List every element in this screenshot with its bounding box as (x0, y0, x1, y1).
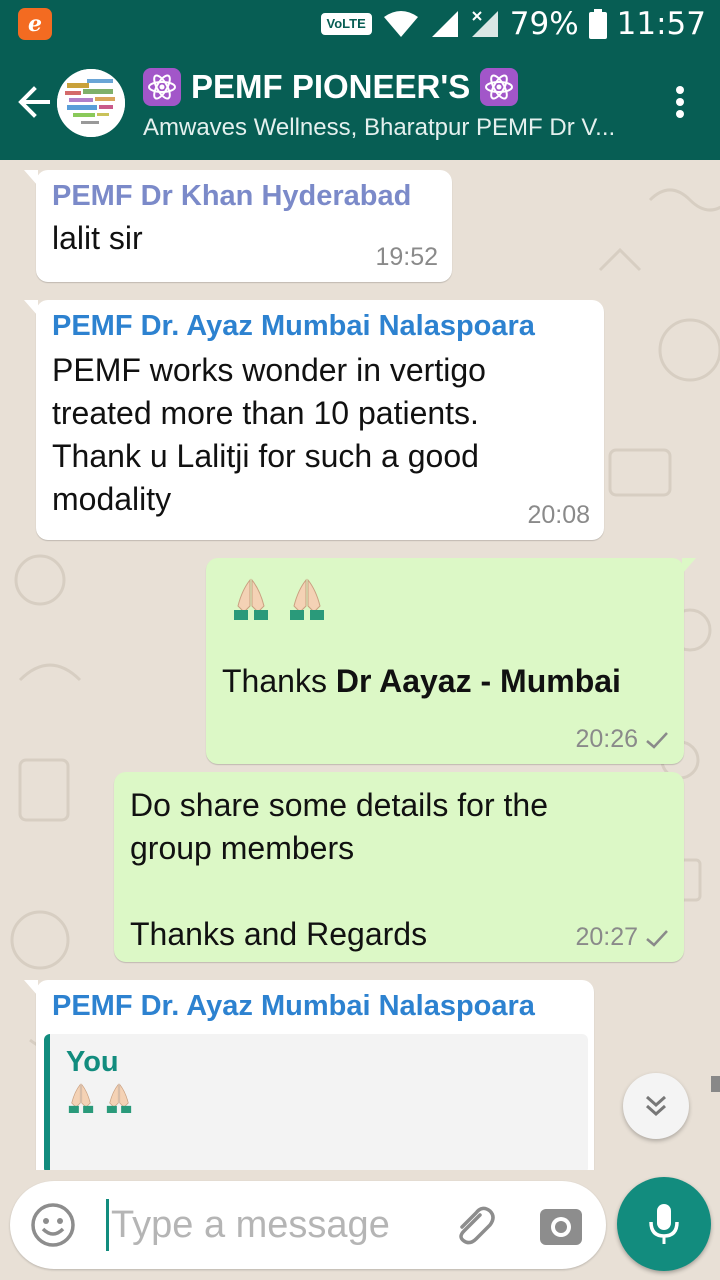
message-sender[interactable]: PEMF Dr. Ayaz Mumbai Nalaspoara (52, 310, 588, 343)
quoted-message[interactable]: You (44, 1034, 588, 1170)
message-line: PEMF works wonder in vertigo (52, 352, 486, 388)
group-avatar[interactable] (57, 69, 125, 137)
message-line: modality (52, 481, 172, 517)
double-chevron-down-icon (646, 1095, 666, 1117)
atom-icon (143, 68, 181, 106)
emoji-icon[interactable] (30, 1202, 76, 1248)
single-check-icon (646, 929, 668, 947)
message-sender[interactable]: PEMF Dr Khan Hyderabad (52, 180, 436, 213)
atom-icon (480, 68, 519, 106)
group-avatar-wordcloud (57, 69, 125, 137)
message-sender[interactable]: PEMF Dr. Ayaz Mumbai Nalaspoara (52, 990, 578, 1023)
message-text: Thanks Dr Aayaz - Mumbai (222, 660, 668, 703)
camera-icon[interactable] (538, 1203, 584, 1247)
more-vert-icon[interactable] (676, 86, 686, 122)
message-time-text: 20:26 (575, 725, 638, 753)
paperclip-icon[interactable] (450, 1201, 498, 1249)
back-arrow-icon[interactable] (14, 82, 54, 122)
microphone-icon (649, 1204, 679, 1244)
message-bubble-incoming[interactable]: PEMF Dr. Ayaz Mumbai Nalaspoara PEMF wor… (24, 300, 604, 540)
message-line: Thank u Lalitji for such a good (52, 438, 479, 474)
message-bubble-outgoing[interactable]: Do share some details for the group memb… (114, 772, 684, 962)
signal-icon (431, 11, 458, 37)
volte-badge: VoLTE (320, 13, 372, 35)
clock: 11:57 (616, 6, 706, 42)
message-time: 20:08 (527, 501, 590, 529)
group-participants[interactable]: Amwaves Wellness, Bharatpur PEMF Dr V... (143, 114, 615, 142)
status-icons: VoLTE 79% 11:57 (320, 0, 706, 48)
message-text-bold: Dr Aayaz - Mumbai (335, 663, 621, 699)
message-bubble-outgoing[interactable]: Thanks Dr Aayaz - Mumbai 20:26 (206, 558, 696, 764)
message-line: treated more than 10 patients. (52, 395, 479, 431)
group-title-text: PEMF PIONEER'S (191, 68, 471, 105)
message-bubble-incoming[interactable]: PEMF Dr Khan Hyderabad lalit sir 19:52 (24, 170, 452, 282)
folded-hands-icon (290, 578, 324, 620)
message-time: 20:26 (575, 725, 670, 754)
message-line: Do share some details for the (130, 787, 548, 823)
message-line: group members (130, 830, 355, 866)
uc-browser-notification-icon: e (18, 8, 52, 40)
folded-hands-icon (68, 1083, 94, 1113)
message-line (130, 870, 668, 913)
message-list[interactable]: PEMF Dr Khan Hyderabad lalit sir 19:52 P… (0, 160, 720, 1170)
battery-icon (588, 9, 607, 39)
folded-hands-emoji-row (230, 576, 668, 622)
voice-record-button[interactable] (617, 1177, 711, 1271)
chat-header: PEMF PIONEER'S Amwaves Wellness, Bharatp… (0, 48, 720, 160)
folded-hands-icon (234, 578, 268, 620)
battery-percent: 79% (509, 6, 579, 42)
scroll-to-bottom-button[interactable] (623, 1073, 689, 1139)
message-time: 20:27 (575, 923, 670, 952)
message-text-plain: Thanks (222, 663, 336, 699)
quoted-message-emoji (66, 1081, 572, 1115)
message-composer (10, 1181, 606, 1269)
status-bar: e VoLTE 79% 11:57 (0, 0, 720, 48)
signal-no-data-icon (471, 11, 498, 37)
message-input[interactable] (111, 1197, 431, 1253)
message-time: 19:52 (375, 243, 438, 271)
message-text: PEMF works wonder in vertigo treated mor… (52, 349, 588, 521)
wifi-icon (383, 11, 418, 37)
single-check-icon (646, 731, 668, 749)
group-title[interactable]: PEMF PIONEER'S (143, 68, 519, 106)
scrollbar-thumb[interactable] (711, 1076, 720, 1092)
quoted-message-author: You (66, 1046, 119, 1078)
message-bubble-incoming[interactable]: PEMF Dr. Ayaz Mumbai Nalaspoara You (24, 980, 594, 1170)
text-cursor (106, 1199, 109, 1251)
message-time-text: 20:27 (575, 923, 638, 951)
folded-hands-icon (106, 1083, 132, 1113)
